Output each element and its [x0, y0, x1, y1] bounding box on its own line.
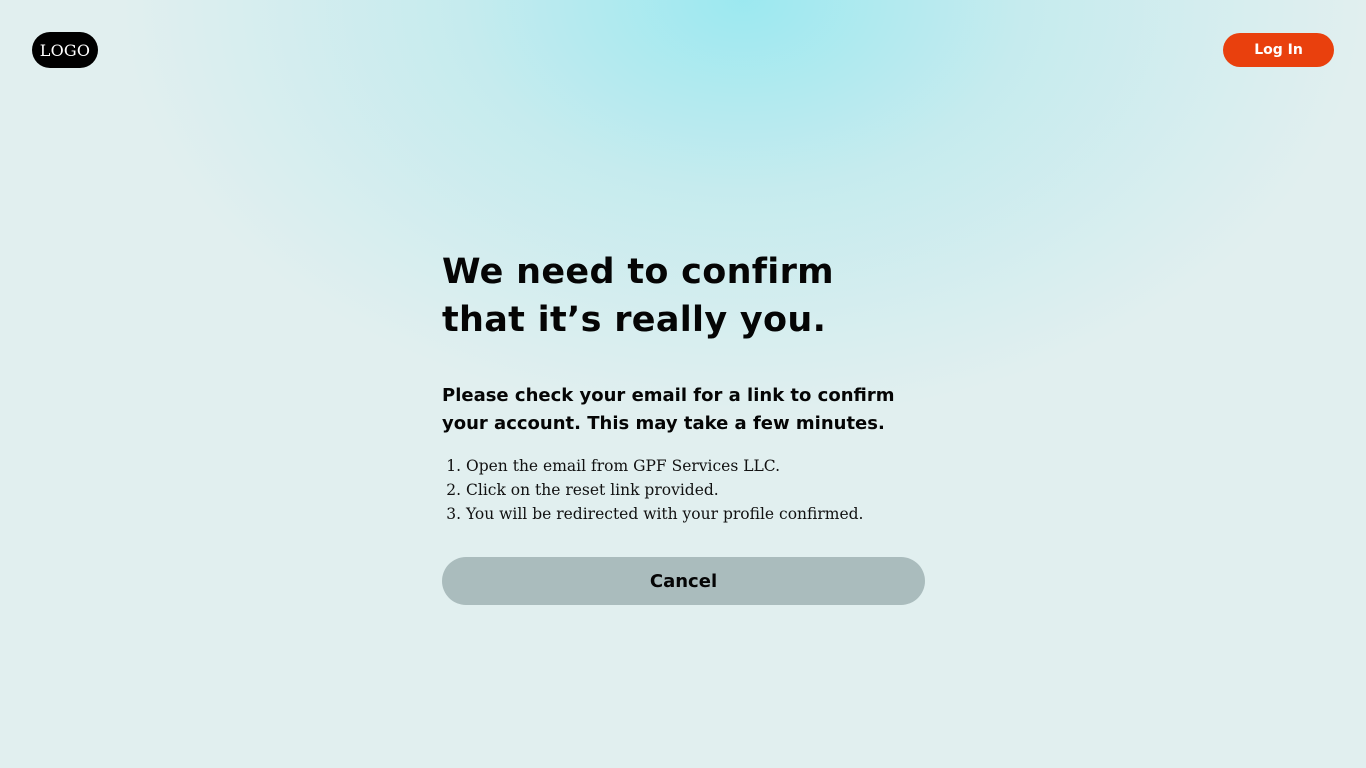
step-item: Click on the reset link provided.	[466, 478, 924, 502]
steps-list: Open the email from GPF Services LLC. Cl…	[442, 454, 924, 526]
logo-text: LOGO	[39, 40, 91, 60]
page-frame: LOGO Log In We need to confirm that it’s…	[0, 0, 1366, 768]
instructions-text: Please check your email for a link to co…	[442, 385, 895, 434]
logo[interactable]: LOGO	[32, 32, 98, 68]
step-item: You will be redirected with your profile…	[466, 502, 924, 526]
cancel-button[interactable]: Cancel	[442, 557, 925, 605]
confirmation-panel: We need to confirm that it’s really you.…	[442, 248, 925, 605]
step-item: Open the email from GPF Services LLC.	[466, 454, 924, 478]
page-title: We need to confirm that it’s really you.	[442, 252, 834, 340]
login-button[interactable]: Log In	[1223, 33, 1334, 67]
